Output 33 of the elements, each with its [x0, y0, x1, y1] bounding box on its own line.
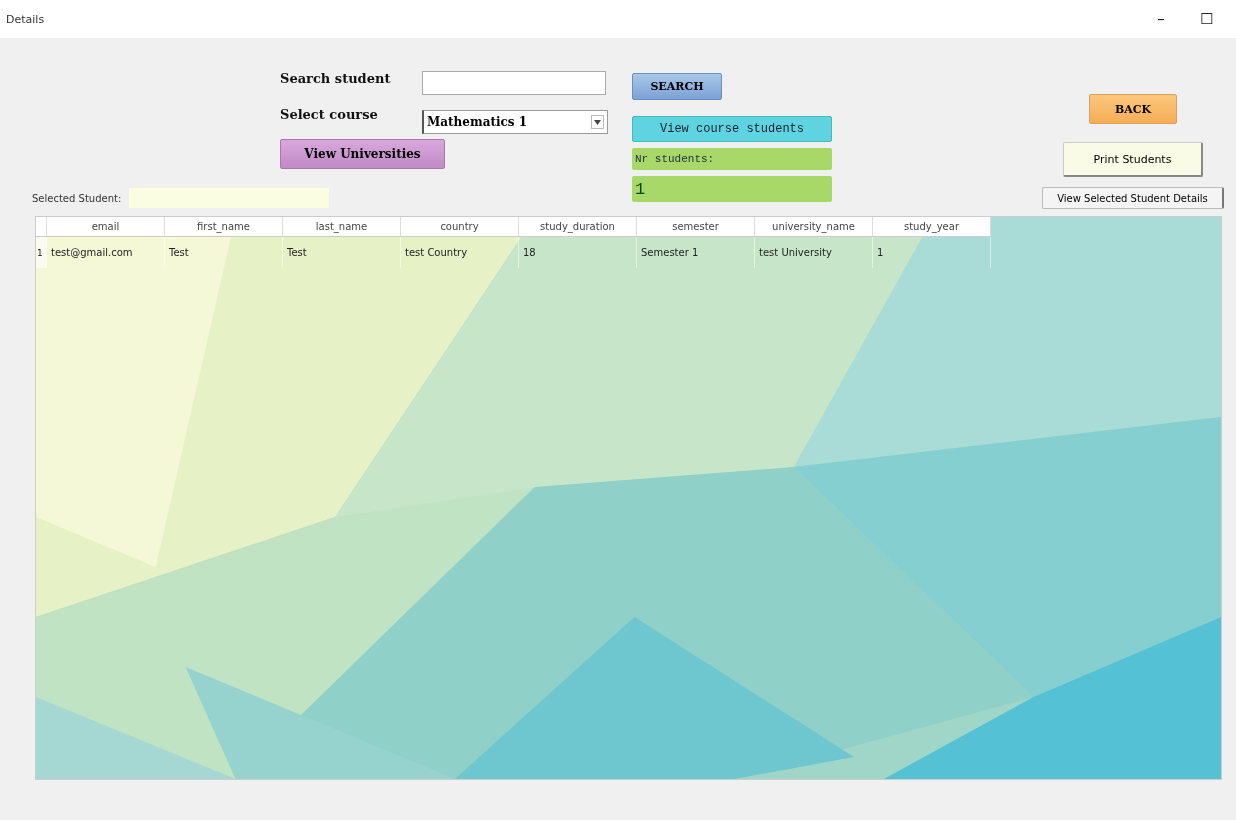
table-cell: test University [754, 236, 873, 268]
maximize-button[interactable]: ☐ [1184, 10, 1230, 28]
column-header[interactable]: first_name [164, 217, 283, 237]
column-header[interactable]: university_name [754, 217, 873, 237]
course-dropdown[interactable]: Mathematics 1 [422, 110, 608, 134]
column-header[interactable]: study_duration [518, 217, 637, 237]
column-header[interactable]: email [46, 217, 165, 237]
print-button[interactable]: Print Students [1063, 142, 1203, 177]
back-button[interactable]: BACK [1089, 94, 1177, 124]
row-number: 1 [36, 236, 47, 268]
selected-student-label: Selected Student: [32, 192, 122, 204]
table-cell: test Country [400, 236, 519, 268]
count-label: Nr students: [632, 148, 832, 170]
table-cell: Test [282, 236, 401, 268]
table-cell: Semester 1 [636, 236, 755, 268]
view-details-button[interactable]: View Selected Student Details [1042, 187, 1224, 209]
column-header[interactable]: last_name [282, 217, 401, 237]
table-cell: test@gmail.com [46, 236, 165, 268]
window-title: Details [6, 12, 46, 26]
view-course-students-button[interactable]: View course students [632, 116, 832, 142]
column-header[interactable]: country [400, 217, 519, 237]
table-cell: 1 [872, 236, 991, 268]
search-label: Search student [280, 71, 392, 86]
column-header[interactable]: semester [636, 217, 755, 237]
table-cell: Test [164, 236, 283, 268]
search-button[interactable]: SEARCH [632, 73, 722, 100]
course-label: Select course [280, 107, 379, 122]
count-value: 1 [632, 176, 832, 202]
view-universities-button[interactable]: View Universities [280, 139, 445, 169]
table-cell: 18 [518, 236, 637, 268]
search-field[interactable] [422, 71, 606, 95]
minimize-button[interactable]: – [1138, 10, 1184, 28]
column-header[interactable]: study_year [872, 217, 991, 237]
